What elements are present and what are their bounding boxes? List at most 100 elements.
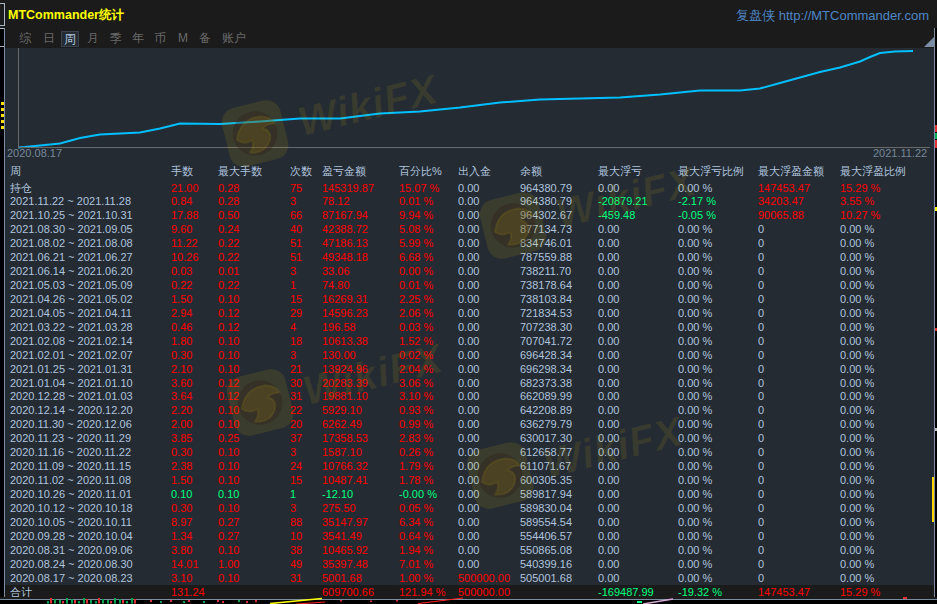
table-row-13[interactable]: 2021.02.01 ~ 2021.02.070.300.103130.000.…	[5, 348, 934, 362]
column-header-4[interactable]: 次数	[290, 164, 312, 178]
menu-item-3[interactable]: 周	[61, 31, 79, 47]
table-row-16[interactable]: 2020.12.28 ~ 2021.01.033.640.123119881.1…	[5, 389, 934, 403]
table-row-6[interactable]: 2021.06.21 ~ 2021.06.2710.260.225149348.…	[5, 250, 934, 264]
table-row-19[interactable]: 2020.11.23 ~ 2020.11.293.850.253717358.5…	[5, 431, 934, 445]
resize-grip-icon[interactable]	[924, 36, 935, 47]
cell: 0.00 %	[840, 543, 874, 557]
table-row-4[interactable]: 2021.08.30 ~ 2021.09.059.600.244042388.7…	[5, 222, 934, 236]
cell: 0.00	[598, 236, 619, 250]
cell: 642208.89	[520, 403, 572, 417]
cell: 0.28	[218, 194, 239, 208]
cell: 696428.34	[520, 348, 572, 362]
column-header-5[interactable]: 盈亏金额	[322, 164, 366, 178]
cell: 1.50	[171, 292, 192, 306]
cell: 3	[290, 264, 296, 278]
cell: 1.00	[218, 557, 239, 571]
cell: 35397.48	[322, 557, 368, 571]
cell: 0.00	[458, 222, 479, 236]
cell: 14.01	[171, 557, 199, 571]
column-header-2[interactable]: 手数	[171, 164, 193, 178]
cell: 49	[290, 557, 302, 571]
cell: 0.00 %	[678, 445, 712, 459]
cell: 3.60	[171, 376, 192, 390]
cell: 0.10	[218, 334, 239, 348]
cell: 34203.47	[758, 194, 804, 208]
cell: 500000.00	[458, 571, 510, 585]
table-row-21[interactable]: 2020.11.09 ~ 2020.11.152.380.102410766.3…	[5, 459, 934, 473]
table-row-11[interactable]: 2021.03.22 ~ 2021.03.280.460.124196.580.…	[5, 320, 934, 334]
menu-item-8[interactable]: M	[178, 31, 188, 47]
cell: 0.03 %	[399, 320, 433, 334]
cell: 21.00	[171, 181, 199, 195]
table-row-15[interactable]: 2021.01.04 ~ 2021.01.103.600.123020283.3…	[5, 376, 934, 390]
table-row-1[interactable]: 持仓21.000.2875145319.8715.07 %0.00964380.…	[5, 181, 934, 195]
column-header-6[interactable]: 百分比%	[399, 164, 442, 178]
cell: 0.00	[458, 431, 479, 445]
menu-item-7[interactable]: 币	[154, 31, 166, 47]
column-header-9[interactable]: 最大浮亏	[598, 164, 642, 178]
menu-item-10[interactable]: 账户	[222, 31, 246, 47]
menu-item-5[interactable]: 季	[110, 31, 122, 47]
column-header-7[interactable]: 出入金	[458, 164, 491, 178]
table-row-2[interactable]: 2021.11.22 ~ 2021.11.280.840.28378.120.0…	[5, 194, 934, 208]
cell: 0.00	[458, 417, 479, 431]
table-row-18[interactable]: 2020.11.30 ~ 2020.12.062.000.10206262.49…	[5, 417, 934, 431]
cell: 0.00	[458, 334, 479, 348]
table-row-26[interactable]: 2020.09.28 ~ 2020.10.041.340.27103541.49…	[5, 529, 934, 543]
cell: 0.00 %	[840, 473, 874, 487]
cell: 66	[290, 208, 302, 222]
cell: 0.10	[218, 473, 239, 487]
table-row-7[interactable]: 2021.06.14 ~ 2021.06.200.030.01333.060.0…	[5, 264, 934, 278]
cell: 2.10	[171, 362, 192, 376]
cell: 589817.94	[520, 487, 572, 501]
table-row-22[interactable]: 2020.11.02 ~ 2020.11.081.500.101510487.4…	[5, 473, 934, 487]
cell: 0	[758, 515, 764, 529]
column-header-11[interactable]: 最大浮盈金额	[758, 164, 824, 178]
table-row-28[interactable]: 2020.08.24 ~ 2020.08.3014.011.004935397.…	[5, 557, 934, 571]
column-header-10[interactable]: 最大浮亏比例	[678, 164, 744, 178]
column-header-1[interactable]: 周	[10, 164, 21, 178]
cell: 14596.23	[322, 306, 368, 320]
menu-item-1[interactable]: 综	[19, 31, 31, 47]
row-label: 2021.04.05 ~ 2021.04.11	[10, 306, 132, 320]
cell: 3.80	[171, 543, 192, 557]
cell: 611071.67	[520, 459, 571, 473]
cell: 0.00	[458, 501, 479, 515]
column-header-8[interactable]: 余额	[520, 164, 542, 178]
cell: 0.00	[458, 403, 479, 417]
table-row-8[interactable]: 2021.05.03 ~ 2021.05.090.220.22174.800.0…	[5, 278, 934, 292]
cell: 0.01	[218, 264, 239, 278]
table-row-27[interactable]: 2020.08.31 ~ 2020.09.063.800.103810465.9…	[5, 543, 934, 557]
column-header-3[interactable]: 最大手数	[218, 164, 262, 178]
cell: 0	[758, 292, 764, 306]
menu-item-6[interactable]: 年	[132, 31, 144, 47]
cell: 0	[758, 431, 764, 445]
cell: 0.10	[218, 543, 239, 557]
table-row-23[interactable]: 2020.10.26 ~ 2020.11.010.100.101-12.10-0…	[5, 487, 934, 501]
table-row-10[interactable]: 2021.04.05 ~ 2021.04.112.940.122914596.2…	[5, 306, 934, 320]
cell: 0	[758, 529, 764, 543]
table-row-5[interactable]: 2021.08.02 ~ 2021.08.0811.220.225147186.…	[5, 236, 934, 250]
table-row-14[interactable]: 2021.01.25 ~ 2021.01.312.100.102113924.9…	[5, 362, 934, 376]
brand-link[interactable]: 复盘侠 http://MTCommander.com	[736, 7, 929, 25]
row-label: 2020.09.28 ~ 2020.10.04	[10, 529, 133, 543]
cell: 0.00	[598, 501, 619, 515]
table-row-20[interactable]: 2020.11.16 ~ 2020.11.220.300.1031587.100…	[5, 445, 934, 459]
row-label: 2021.02.01 ~ 2021.02.07	[10, 348, 133, 362]
table-row-17[interactable]: 2020.12.14 ~ 2020.12.202.200.10225929.10…	[5, 403, 934, 417]
table-row-9[interactable]: 2021.04.26 ~ 2021.05.021.500.101516269.3…	[5, 292, 934, 306]
column-header-12[interactable]: 最大浮盈比例	[840, 164, 906, 178]
table-row-29[interactable]: 2020.08.17 ~ 2020.08.233.100.10315001.68…	[5, 571, 934, 585]
menu-item-2[interactable]: 日	[43, 31, 55, 47]
table-row-12[interactable]: 2021.02.08 ~ 2021.02.141.800.101810613.3…	[5, 334, 934, 348]
table-row-3[interactable]: 2021.10.25 ~ 2021.10.3117.880.506687167.…	[5, 208, 934, 222]
menu-item-9[interactable]: 备	[199, 31, 211, 47]
cell: 0.00 %	[840, 571, 874, 585]
cell: 10465.92	[322, 543, 368, 557]
table-row-24[interactable]: 2020.10.12 ~ 2020.10.180.300.103275.500.…	[5, 501, 934, 515]
table-row-25[interactable]: 2020.10.05 ~ 2020.10.118.970.278835147.9…	[5, 515, 934, 529]
cell: 964302.67	[520, 208, 572, 222]
menu-item-4[interactable]: 月	[87, 31, 99, 47]
cell: 0.00 %	[840, 501, 874, 515]
cell: 0.00	[598, 515, 619, 529]
